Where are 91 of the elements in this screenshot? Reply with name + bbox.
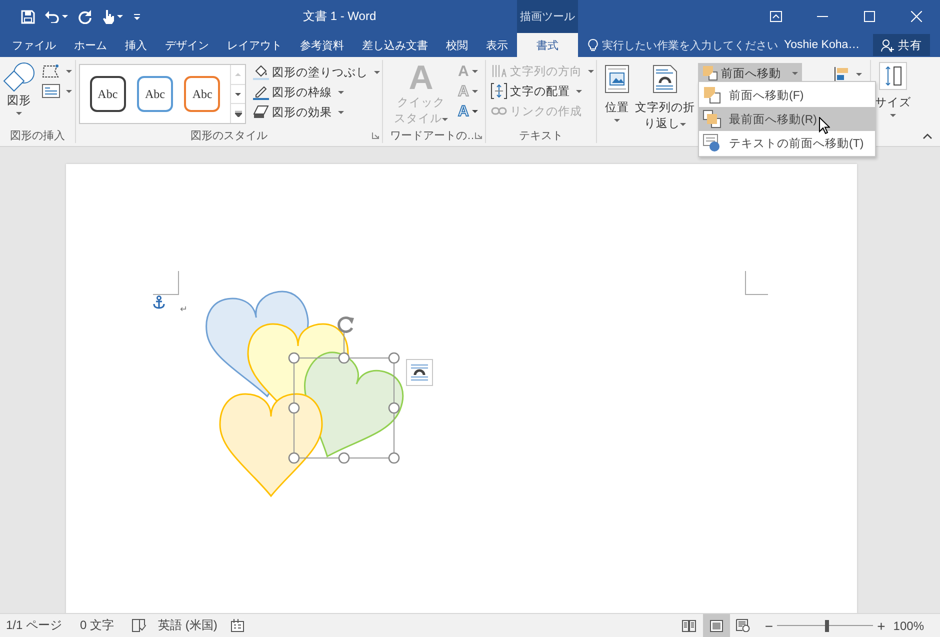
shape-style-swatch[interactable]: Abc [90,76,126,112]
text-align-icon [491,83,507,99]
shape-style-swatch[interactable]: Abc [184,76,220,112]
up-arrow-icon [235,72,241,76]
language-indicator[interactable]: 英語 (米国) [158,617,218,634]
paint-bucket-icon [253,64,269,80]
word-count[interactable]: 0 文字 [80,617,114,634]
wrap-text-icon [653,65,677,93]
down-arrow-icon [235,92,241,96]
text-command-button[interactable]: 文字の配置 [489,81,596,101]
ribbon-tab[interactable]: 差し込み文書 [353,33,437,57]
dashed-shape-icon [42,64,60,78]
menu-item[interactable]: テキストの前面へ移動(T) [699,131,875,155]
selection-frame[interactable] [288,332,400,464]
group-label: 図形の挿入 [10,128,65,142]
dialog-launcher-icon[interactable] [475,132,482,139]
link-icon [491,106,507,116]
macro-icon[interactable] [231,619,244,632]
zoom-level[interactable]: 100% [893,618,924,632]
ribbon-tab[interactable]: 書式 [517,33,578,57]
group-label: 図形のスタイル [190,128,268,142]
customize-icon [133,12,141,20]
margin-mark [152,270,179,295]
group-label: テキスト [519,128,563,142]
repeat-icon [78,10,92,24]
read-mode-icon [682,620,696,632]
hand-icon [102,9,114,24]
shape-style-swatch[interactable]: Abc [136,76,173,112]
page-count[interactable]: 1/1 ページ [6,617,62,634]
text-direction-icon [491,64,507,78]
menu-item[interactable]: 最前面へ移動(R) [699,107,875,131]
minimize-icon [817,16,828,17]
maximize-icon [864,11,875,22]
close-icon [911,11,922,22]
window-title: 文書 1 - Word [303,8,378,25]
ribbon-tab[interactable]: 参考資料 [291,33,353,57]
caret-icon [117,15,123,18]
mouse-pointer-icon [819,117,830,134]
web-layout-icon [736,619,750,632]
slider-thumb[interactable] [825,620,830,632]
layout-options-button[interactable] [406,359,433,386]
dialog-launcher-icon[interactable] [372,132,379,139]
margin-mark [745,270,768,295]
save-icon [21,10,35,24]
share-button[interactable]: 共有 [873,34,930,56]
ribbon-tab[interactable]: レイアウト [218,33,291,57]
position-button[interactable]: 位置 [602,61,632,123]
more-icon [234,110,242,117]
print-layout-icon [710,620,723,632]
proofing-icon[interactable] [132,619,146,632]
text-front-icon [703,134,721,152]
wrap-text-button[interactable]: 文字列の折 り返し [632,61,698,132]
collapse-ribbon-icon[interactable] [923,133,932,139]
shape-format-button[interactable]: 図形の塗りつぶし [251,62,382,82]
caret-icon [62,15,68,18]
tell-me-field[interactable]: 実行したい作業を入力してください [602,38,778,52]
ribbon-tab[interactable]: 表示 [477,33,517,57]
shapes-button[interactable]: 図形 [0,61,38,116]
bring-to-front-icon [703,110,721,128]
layout-options-icon [410,364,429,381]
size-icon [879,62,907,90]
pencil-icon [253,84,269,100]
anchor-icon [153,296,165,309]
position-icon [605,65,629,93]
bring-forward-button[interactable]: 前面へ移動 [698,63,802,83]
zoom-out-button[interactable]: − [764,618,774,632]
paragraph-mark: ↵ [180,304,188,315]
ribbon-tab[interactable]: 校閲 [437,33,477,57]
ribbon-tab[interactable]: 挿入 [116,33,156,57]
ribbon-tab[interactable]: ファイル [3,33,65,57]
shape-format-button[interactable]: 図形の効果 [251,102,382,122]
context-tab-label: 描画ツール [517,0,578,33]
text-box-icon [42,84,60,98]
person-icon [881,38,894,52]
rotate-handle-icon[interactable] [338,316,354,333]
bring-forward-icon [703,86,721,104]
view-button[interactable] [702,614,730,637]
ribbon-tab[interactable]: ホーム [65,33,116,57]
lightbulb-icon [588,38,598,52]
ribbon-display-icon [770,11,782,22]
ribbon-tab[interactable]: デザイン [156,33,218,57]
size-button[interactable]: サイズ [872,61,914,118]
align-icon [834,66,850,82]
text-box-button[interactable] [40,81,74,101]
undo-icon [45,10,59,23]
shape-format-button[interactable]: 図形の枠線 [251,82,382,102]
shape-effects-icon [253,105,269,119]
user-name[interactable]: Yoshie Koha… [784,33,860,57]
menu-item[interactable]: 前面へ移動(F) [699,83,875,107]
zoom-in-button[interactable]: + [877,618,886,632]
shapes-icon [3,62,35,92]
